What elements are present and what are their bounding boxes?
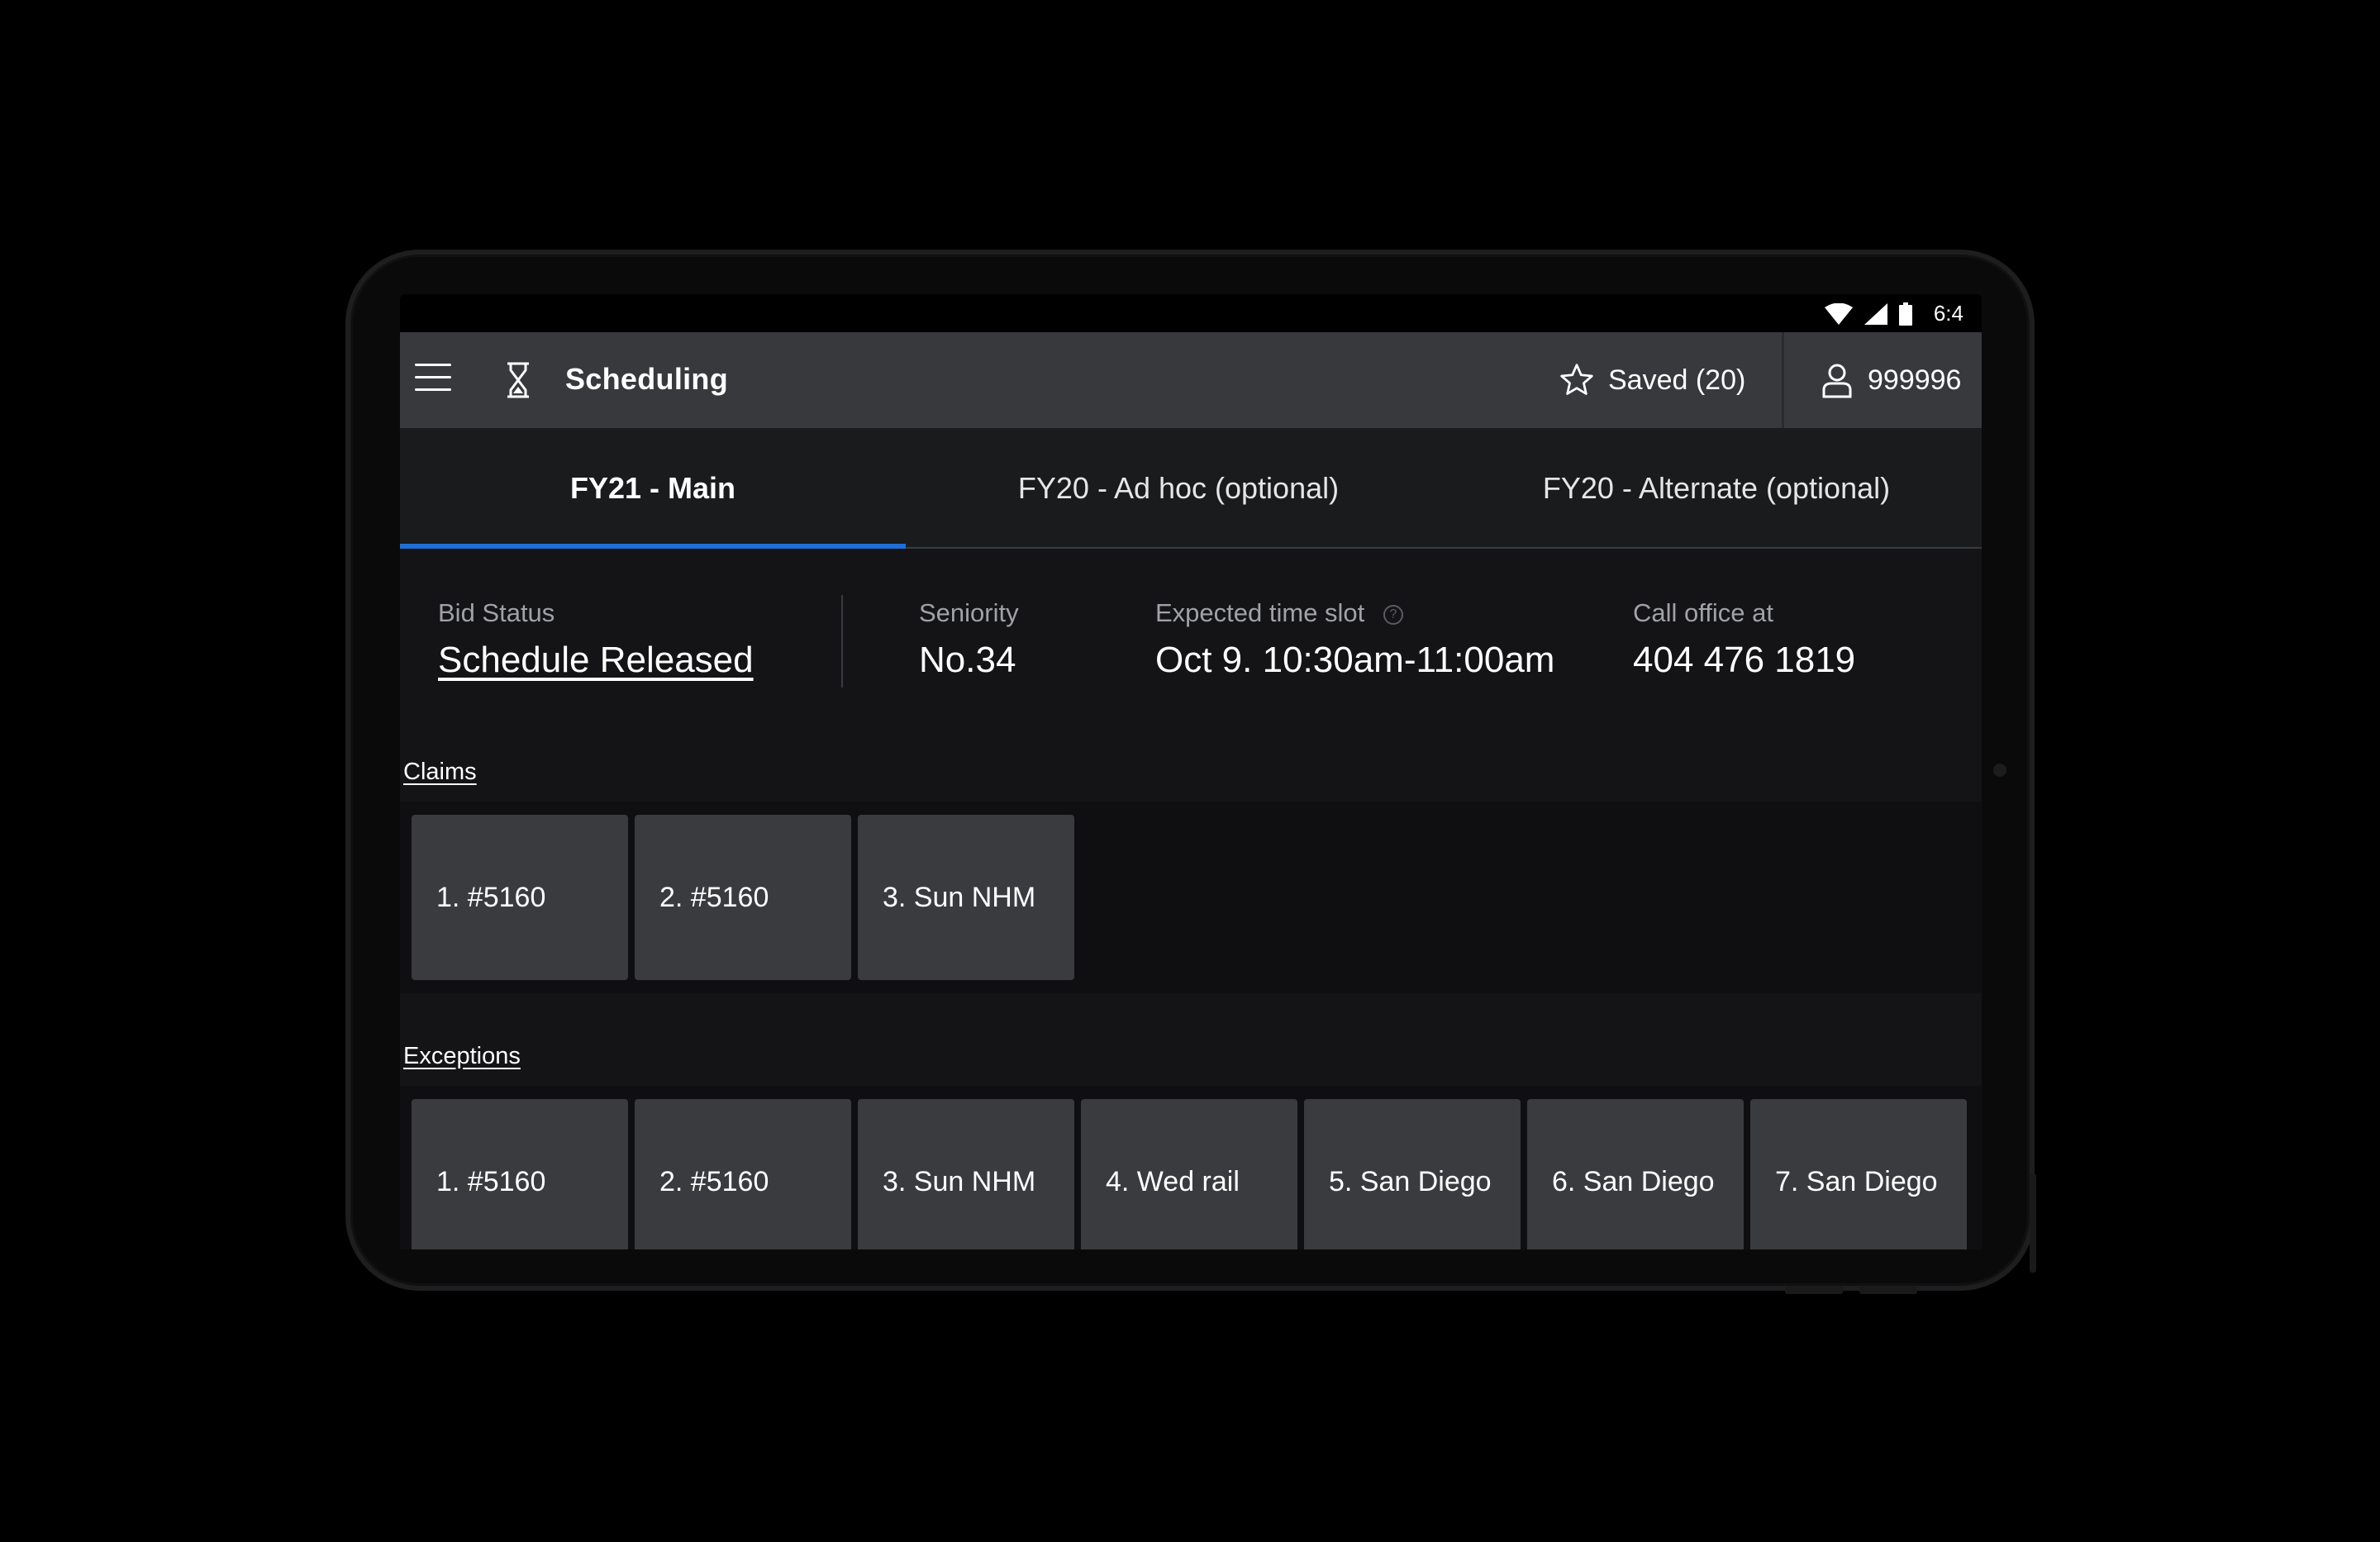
user-icon (1822, 364, 1852, 398)
time-slot-label: Expected time slot (1155, 598, 1365, 627)
hourglass-icon (507, 362, 529, 398)
app-bar: Scheduling Saved (20) 999996 (400, 332, 1982, 428)
seniority-value: No.34 (919, 640, 1016, 680)
tab-fy21-main[interactable]: FY21 - Main (400, 428, 906, 549)
exception-chip[interactable]: 7. San Diego (1750, 1099, 1967, 1249)
exceptions-link[interactable]: Exceptions (403, 1043, 521, 1070)
exception-chip[interactable]: 1. #5160 (412, 1099, 628, 1249)
signal-icon (1864, 302, 1887, 325)
seniority-label: Seniority (919, 598, 1019, 627)
exception-chip[interactable]: 3. Sun NHM (858, 1099, 1074, 1249)
tab-bar: FY21 - Main FY20 - Ad hoc (optional) FY2… (400, 428, 1982, 549)
wifi-icon (1824, 302, 1853, 325)
device-bottom-button-2 (1859, 1286, 1917, 1294)
tab-fy20-alternate[interactable]: FY20 - Alternate (optional) (1451, 428, 1982, 549)
tab-fy20-ad-hoc[interactable]: FY20 - Ad hoc (optional) (906, 428, 1451, 549)
camera-dot (1993, 764, 2006, 777)
device-side-button (2030, 1173, 2036, 1273)
help-icon[interactable]: ? (1383, 604, 1403, 625)
page-title: Scheduling (565, 362, 729, 396)
call-office-block: Call office at 404 476 1819 (1633, 598, 1855, 681)
app-screen: 6:4 Scheduling Saved (20) 999996 FY21 - … (400, 294, 1982, 1249)
status-time: 6:4 (1933, 301, 1963, 326)
app-bar-divider (1782, 332, 1784, 428)
exceptions-band: 1. #5160 2. #5160 3. Sun NHM 4. Wed rail… (400, 1086, 1982, 1249)
exception-chip[interactable]: 5. San Diego (1304, 1099, 1521, 1249)
bid-status-block: Bid Status Schedule Released (438, 598, 754, 681)
exception-chip[interactable]: 2. #5160 (635, 1099, 851, 1249)
bid-status-link[interactable]: Schedule Released (438, 640, 754, 681)
bid-status-label: Bid Status (438, 598, 555, 627)
time-slot-block: Expected time slot ? Oct 9. 10:30am-11:0… (1155, 598, 1554, 681)
claims-link[interactable]: Claims (403, 759, 477, 786)
time-slot-label-row: Expected time slot ? (1155, 598, 1554, 628)
user-id: 999996 (1868, 364, 1962, 396)
call-office-label: Call office at (1633, 598, 1774, 627)
menu-icon[interactable] (415, 364, 451, 393)
status-bar: 6:4 (400, 294, 1982, 332)
exception-chip[interactable]: 6. San Diego (1527, 1099, 1744, 1249)
bid-info-panel: Bid Status Schedule Released Seniority N… (400, 549, 1982, 772)
saved-label: Saved (20) (1608, 364, 1746, 396)
call-office-phone[interactable]: 404 476 1819 (1633, 640, 1855, 681)
saved-button[interactable]: Saved (20) (1559, 332, 1783, 428)
claims-band: 1. #5160 2. #5160 3. Sun NHM (400, 802, 1982, 993)
user-button[interactable]: 999996 (1821, 332, 1982, 428)
device-bottom-button-1 (1785, 1286, 1843, 1294)
info-divider (841, 595, 843, 688)
claim-chip[interactable]: 2. #5160 (635, 815, 851, 980)
claim-chip[interactable]: 1. #5160 (412, 815, 628, 980)
seniority-block: Seniority No.34 (919, 598, 1019, 681)
battery-icon (1898, 302, 1912, 326)
claim-chip[interactable]: 3. Sun NHM (858, 815, 1074, 980)
time-slot-value: Oct 9. 10:30am-11:00am (1155, 640, 1555, 680)
exception-chip[interactable]: 4. Wed rail (1081, 1099, 1297, 1249)
star-icon (1560, 364, 1593, 395)
